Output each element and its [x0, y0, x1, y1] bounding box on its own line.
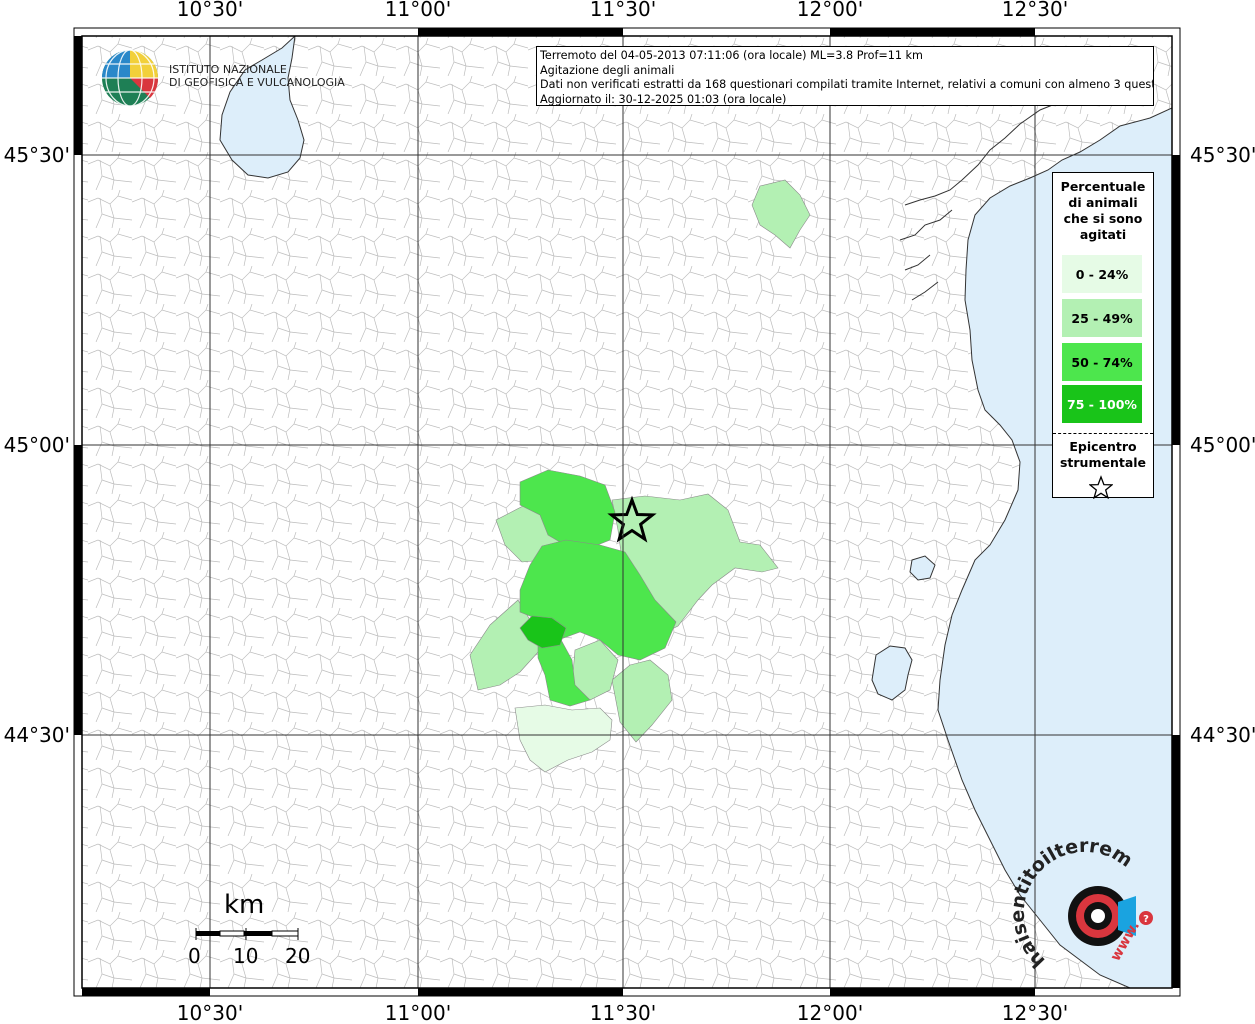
- scale-label-20: 20: [285, 944, 311, 968]
- lon-label-top: 10°30': [177, 0, 243, 21]
- epicenter-label-line: Epicentro: [1069, 439, 1137, 454]
- legend-title-line: Percentuale: [1060, 179, 1146, 194]
- star-outline-icon: [1089, 475, 1113, 499]
- lat-label-left: 45°30': [4, 143, 70, 167]
- ingv-logo-text: ISTITUTO NAZIONALE DI GEOFISICA E VULCAN…: [169, 63, 345, 89]
- event-title: Terremoto del 04-05-2013 07:11:06 (ora l…: [540, 49, 923, 62]
- left-lat-labels: 45°30' 45°00' 44°30': [4, 143, 70, 747]
- legend-title-line: agitati: [1079, 227, 1127, 242]
- lon-label-bottom: 12°30': [1002, 1001, 1068, 1024]
- map-subject: Agitazione degli animali: [540, 63, 675, 77]
- lat-label-right: 45°00': [1190, 433, 1255, 457]
- intensity-map: 10°30' 11°00' 11°30' 12°00' 12°30' 10°30…: [0, 0, 1255, 1024]
- right-lat-labels: 45°30' 45°00' 44°30': [1190, 143, 1255, 747]
- scale-label-10: 10: [233, 944, 259, 968]
- update-timestamp: Aggiornato il: 30-12-2025 01:03 (ora loc…: [540, 92, 787, 106]
- ingv-line-1: ISTITUTO NAZIONALE: [169, 63, 287, 76]
- svg-text:?: ?: [1143, 914, 1149, 925]
- legend-epicenter-label: Epicentro strumentale: [1053, 439, 1153, 471]
- legend-swatch-0-24: 0 - 24%: [1062, 255, 1142, 293]
- legend-swatch-75-100: 75 - 100%: [1062, 385, 1142, 423]
- legend-swatch-25-49: 25 - 49%: [1062, 299, 1142, 337]
- lon-label-top: 11°00': [385, 0, 451, 21]
- top-lon-labels: 10°30' 11°00' 11°30' 12°00' 12°30': [177, 0, 1068, 21]
- legend-title-line: di animali: [1068, 195, 1138, 210]
- legend-title-line: che si sono: [1063, 211, 1143, 226]
- epicenter-label-line: strumentale: [1059, 455, 1147, 470]
- legend-swatch-50-74: 50 - 74%: [1062, 343, 1142, 381]
- lon-label-top: 11°30': [590, 0, 656, 21]
- lat-label-right: 45°30': [1190, 143, 1255, 167]
- legend-separator: [1053, 433, 1153, 434]
- ingv-globe-icon: [102, 49, 159, 107]
- data-disclaimer: Dati non verificati estratti da 168 ques…: [540, 78, 1154, 92]
- scale-label-0: 0: [188, 944, 201, 968]
- lat-label-left: 45°00': [4, 433, 70, 457]
- lon-label-bottom: 11°00': [385, 1001, 451, 1024]
- ingv-line-2: DI GEOFISICA E VULCANOLOGIA: [169, 76, 345, 89]
- legend-title: Percentuale di animali che si sono agita…: [1053, 179, 1153, 243]
- lon-label-top: 12°00': [797, 0, 863, 21]
- scale-unit: km: [224, 890, 265, 920]
- lon-label-bottom: 10°30': [177, 1001, 243, 1024]
- lon-label-bottom: 12°00': [797, 1001, 863, 1024]
- lat-label-left: 44°30': [4, 723, 70, 747]
- lon-label-top: 12°30': [1002, 0, 1068, 21]
- legend-panel: Percentuale di animali che si sono agita…: [1052, 172, 1154, 499]
- lon-label-bottom: 11°30': [590, 1001, 656, 1024]
- bottom-lon-labels: 10°30' 11°00' 11°30' 12°00' 12°30': [177, 1001, 1068, 1024]
- lat-label-right: 44°30': [1190, 723, 1255, 747]
- event-info-box: Terremoto del 04-05-2013 07:11:06 (ora l…: [536, 46, 1154, 106]
